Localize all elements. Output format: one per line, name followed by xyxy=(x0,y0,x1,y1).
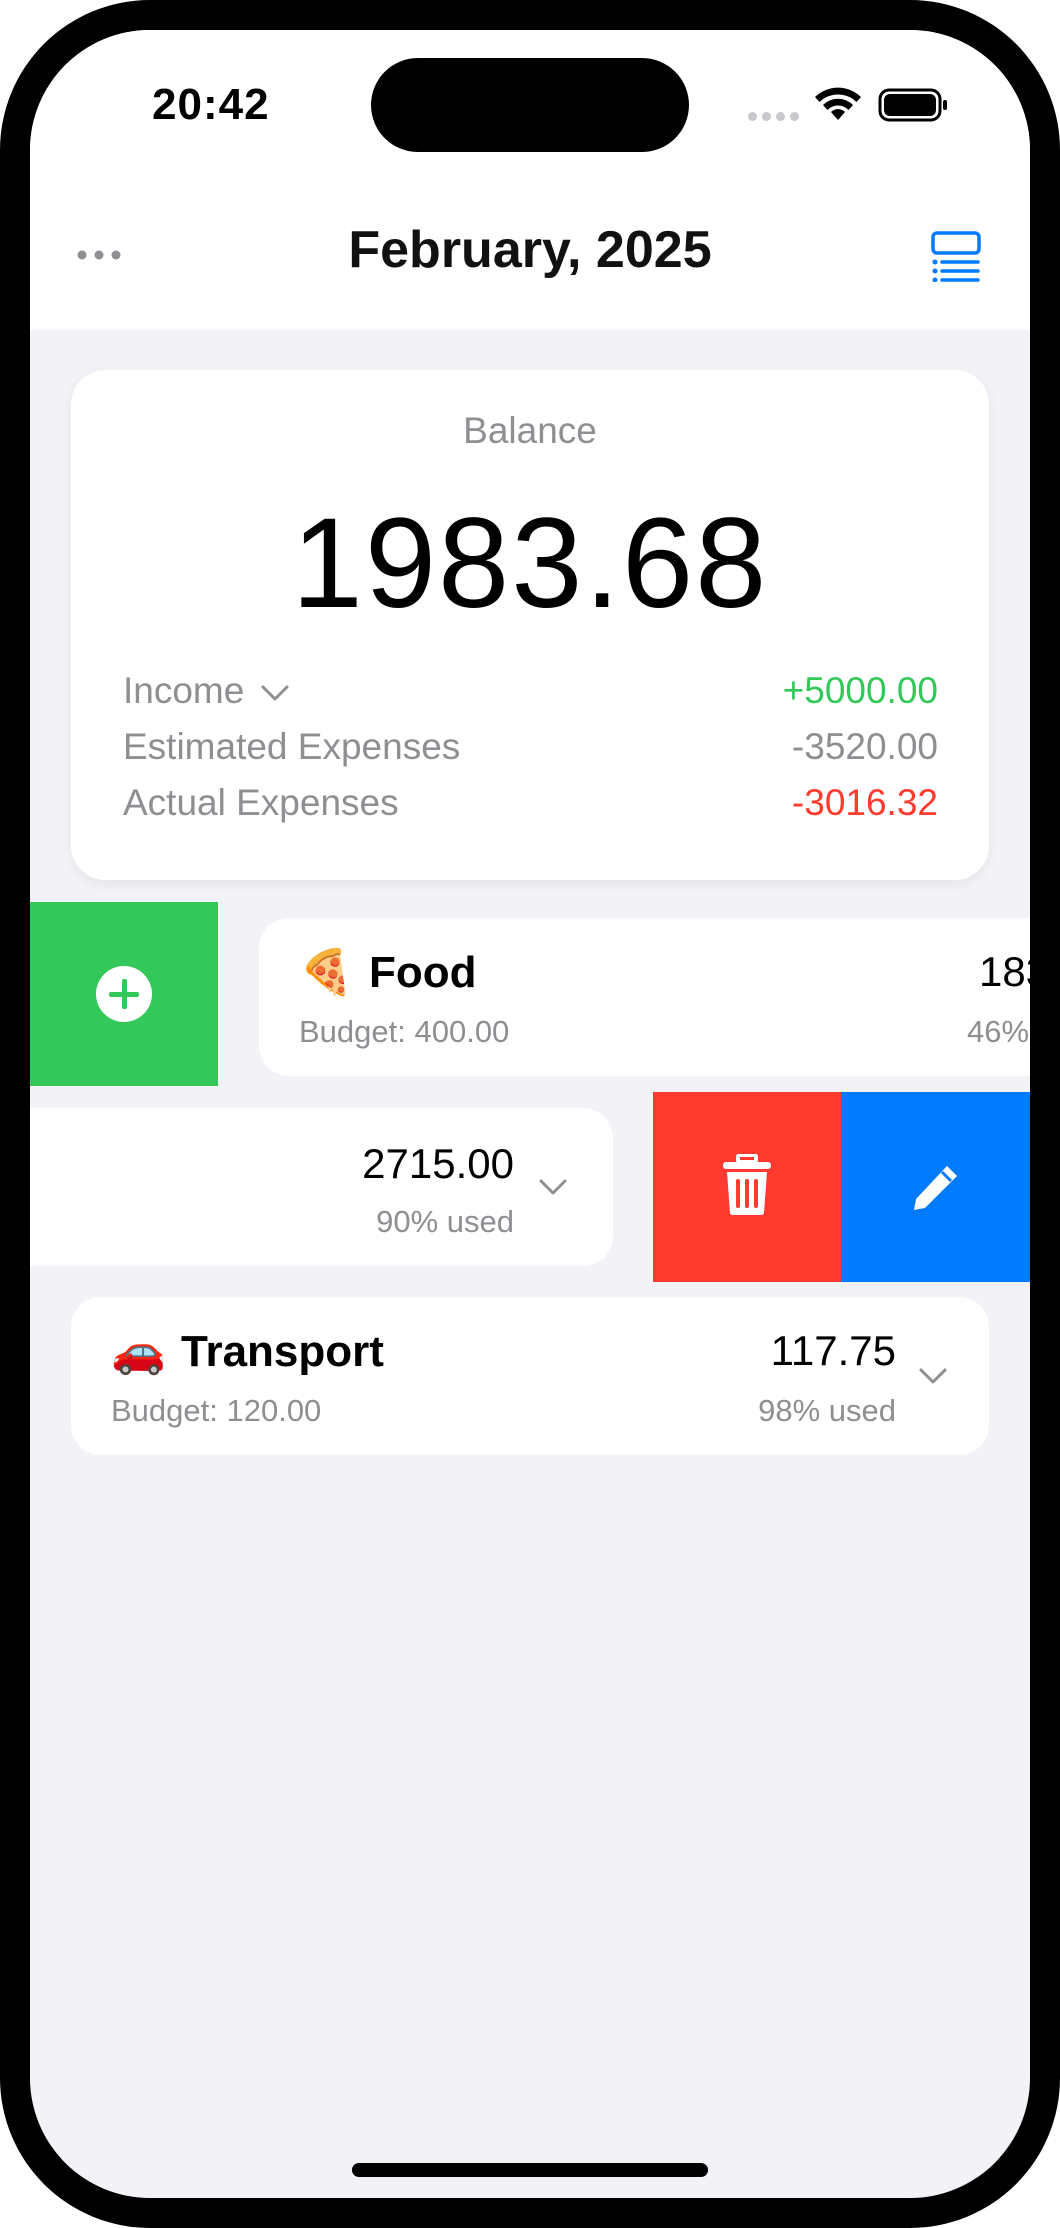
chevron-down-icon[interactable] xyxy=(918,1367,948,1385)
category-used: 90% used xyxy=(376,1204,514,1239)
delete-category-action[interactable] xyxy=(653,1092,841,1282)
category-card-swiped[interactable]: 2715.00 90% used xyxy=(30,1108,613,1266)
category-card-transport[interactable]: 🚗 Transport Budget: 120.00 117.75 98% us… xyxy=(71,1297,989,1455)
pencil-icon xyxy=(914,1166,957,1210)
actual-expenses-row: Actual Expenses -3016.32 xyxy=(123,782,938,838)
balance-card: Balance 1983.68 Income +5000.00 Estimate… xyxy=(71,370,989,880)
estimated-expenses-label: Estimated Expenses xyxy=(123,726,461,767)
car-icon: 🚗 xyxy=(111,1327,166,1376)
actual-expenses-label: Actual Expenses xyxy=(123,782,399,823)
chevron-down-icon[interactable] xyxy=(538,1178,568,1196)
home-indicator[interactable] xyxy=(352,2163,708,2177)
dynamic-island xyxy=(371,58,689,152)
balance-label: Balance xyxy=(463,410,597,451)
income-row[interactable]: Income +5000.00 xyxy=(123,670,938,726)
trash-icon xyxy=(723,1154,771,1215)
category-amount: 117.75 xyxy=(770,1327,896,1374)
balance-value: 1983.68 xyxy=(291,492,769,635)
cellular-signal-icon xyxy=(748,112,799,121)
pizza-icon: 🍕 xyxy=(299,948,354,997)
income-label: Income xyxy=(123,670,245,711)
list-view-icon[interactable] xyxy=(930,230,982,282)
wifi-icon xyxy=(815,87,861,120)
estimated-expenses-row: Estimated Expenses -3520.00 xyxy=(123,726,938,782)
category-budget: Budget: 400.00 xyxy=(299,1014,510,1049)
category-amount: 183. xyxy=(979,948,1030,995)
category-card-food[interactable]: 🍕 Food Budget: 400.00 183. 46% u xyxy=(259,918,1030,1076)
page-title: February, 2025 xyxy=(348,221,712,279)
status-time: 20:42 xyxy=(152,80,270,129)
estimated-expenses-value: -3520.00 xyxy=(791,726,938,767)
app-screen: 20:42 February, 2025 Balance 1983.68 Inc… xyxy=(30,30,1030,2198)
device-frame: 20:42 February, 2025 Balance 1983.68 Inc… xyxy=(0,0,1060,2228)
plus-circle-icon xyxy=(96,966,152,1022)
category-used: 98% used xyxy=(758,1393,896,1428)
category-used: 46% u xyxy=(967,1014,1030,1049)
status-bar: 20:42 xyxy=(30,30,1030,200)
category-name: Food xyxy=(369,948,477,997)
add-expense-action[interactable] xyxy=(30,902,218,1086)
chevron-down-icon xyxy=(261,685,289,701)
category-amount: 2715.00 xyxy=(362,1140,514,1187)
income-value: +5000.00 xyxy=(782,670,938,711)
battery-icon xyxy=(878,88,947,122)
category-name: Transport xyxy=(181,1327,384,1376)
actual-expenses-value: -3016.32 xyxy=(791,782,938,823)
category-budget: Budget: 120.00 xyxy=(111,1393,322,1428)
navigation-bar: February, 2025 xyxy=(30,200,1030,330)
edit-category-action[interactable] xyxy=(841,1092,1030,1282)
